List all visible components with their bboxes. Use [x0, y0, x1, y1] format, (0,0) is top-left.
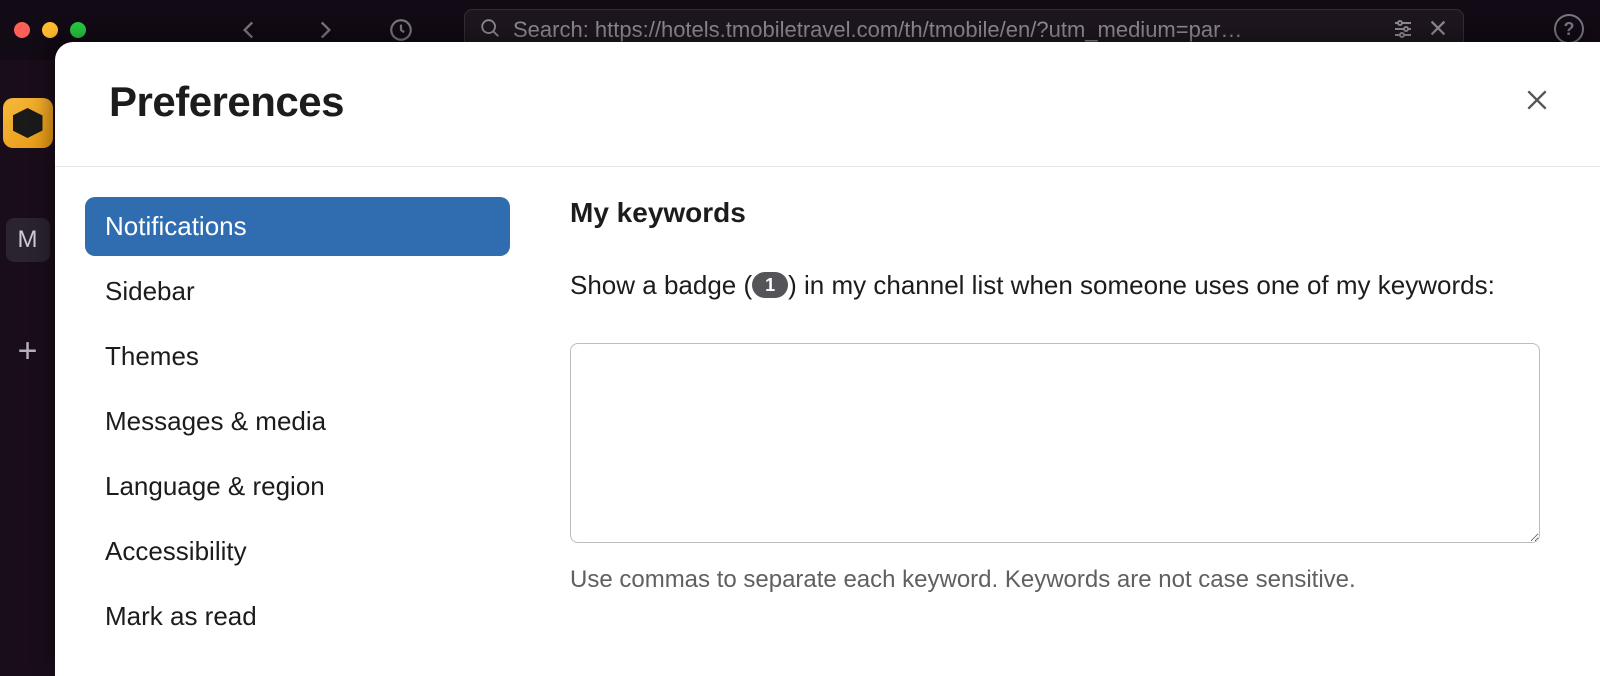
- window-maximize-button[interactable]: [70, 22, 86, 38]
- modal-header: Preferences: [55, 42, 1600, 167]
- workspace-logo-icon: [13, 108, 43, 138]
- modal-body: Notifications Sidebar Themes Messages & …: [55, 167, 1600, 676]
- search-text: Search: https://hotels.tmobiletravel.com…: [513, 17, 1379, 43]
- preferences-content: My keywords Show a badge (1) in my chann…: [540, 167, 1600, 676]
- sidebar-item-sidebar[interactable]: Sidebar: [85, 262, 510, 321]
- back-button[interactable]: [236, 17, 262, 43]
- workspace-badge-secondary[interactable]: M: [6, 218, 50, 262]
- window-minimize-button[interactable]: [42, 22, 58, 38]
- desc-text-after: ) in my channel list when someone uses o…: [788, 270, 1495, 300]
- search-icon: [479, 17, 501, 44]
- modal-title: Preferences: [109, 78, 344, 126]
- sidebar-item-messages-media[interactable]: Messages & media: [85, 392, 510, 451]
- desc-text-before: Show a badge (: [570, 270, 752, 300]
- workspace-switcher: M +: [0, 60, 55, 676]
- my-keywords-heading: My keywords: [570, 197, 1540, 229]
- preferences-modal: Preferences Notifications Sidebar Themes…: [55, 42, 1600, 676]
- sidebar-item-notifications[interactable]: Notifications: [85, 197, 510, 256]
- sidebar-item-themes[interactable]: Themes: [85, 327, 510, 386]
- keywords-helper-text: Use commas to separate each keyword. Key…: [570, 566, 1540, 594]
- window-controls: [14, 22, 86, 38]
- forward-button[interactable]: [312, 17, 338, 43]
- modal-close-button[interactable]: [1518, 81, 1556, 124]
- preferences-sidebar: Notifications Sidebar Themes Messages & …: [55, 167, 540, 676]
- add-workspace-button[interactable]: +: [18, 332, 38, 371]
- sidebar-item-language-region[interactable]: Language & region: [85, 457, 510, 516]
- workspace-badge-active[interactable]: [3, 98, 53, 148]
- window-close-button[interactable]: [14, 22, 30, 38]
- sidebar-item-mark-as-read[interactable]: Mark as read: [85, 587, 510, 646]
- keywords-description: Show a badge (1) in my channel list when…: [570, 265, 1540, 307]
- clear-search-button[interactable]: [1427, 17, 1449, 44]
- keywords-textarea[interactable]: [570, 343, 1540, 543]
- help-button[interactable]: ?: [1554, 14, 1584, 44]
- filter-icon[interactable]: [1391, 16, 1415, 45]
- history-nav: [236, 17, 414, 43]
- badge-count-pill: 1: [752, 272, 788, 298]
- sidebar-item-accessibility[interactable]: Accessibility: [85, 522, 510, 581]
- history-button[interactable]: [388, 17, 414, 43]
